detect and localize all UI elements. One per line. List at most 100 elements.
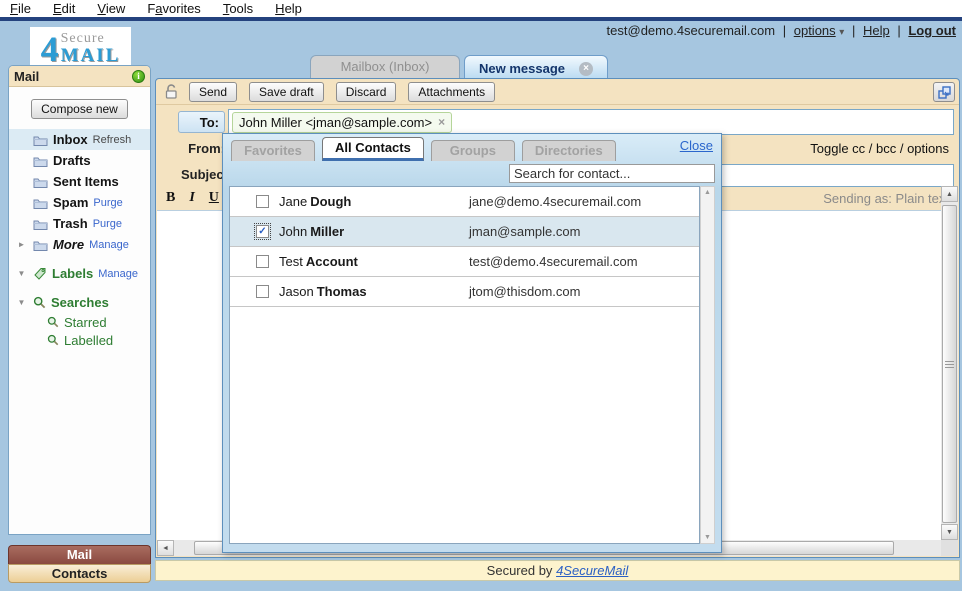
folder-icon [33, 134, 48, 146]
toggle-cc-bcc-link[interactable]: Toggle cc / bcc / options [810, 141, 949, 156]
tab-strip: Mailbox (Inbox) New message × [310, 55, 608, 78]
sidebar-item-drafts[interactable]: Drafts [9, 150, 150, 171]
tab-mailbox-inbox[interactable]: Mailbox (Inbox) [310, 55, 460, 78]
chip-remove-icon[interactable]: × [438, 115, 445, 129]
search-icon [47, 316, 59, 328]
sidebar-header: Mail i [9, 66, 150, 87]
search-icon [47, 334, 59, 346]
recipient-chip: John Miller <jman@sample.com> × [232, 112, 452, 133]
contact-list: JaneDough jane@demo.4securemail.com ✓ Jo… [229, 186, 700, 544]
sidebar-item-inbox[interactable]: Inbox Refresh [9, 129, 150, 150]
logout-link[interactable]: Log out [908, 23, 956, 38]
expanded-arrow-icon[interactable]: ▼ [15, 269, 28, 278]
nav-mail-button[interactable]: Mail [8, 545, 151, 564]
from-label: From: [181, 141, 225, 156]
options-link[interactable]: options [794, 23, 836, 38]
contact-list-scrollbar[interactable]: ▲ ▼ [700, 186, 715, 544]
contact-search-input[interactable] [509, 164, 715, 183]
compose-new-button[interactable]: Compose new [31, 99, 128, 119]
help-link[interactable]: Help [863, 23, 890, 38]
bold-button[interactable]: B [166, 190, 175, 206]
secured-footer: Secured by 4SecureMail [155, 560, 960, 581]
menu-view[interactable]: View [97, 1, 125, 16]
sidebar-item-trash[interactable]: Trash Purge [9, 213, 150, 234]
spam-purge-link[interactable]: Purge [93, 197, 122, 209]
menu-file[interactable]: File [10, 1, 31, 16]
search-icon [33, 296, 46, 309]
contact-picker-tabs: Favorites All Contacts Groups Directorie… [231, 138, 713, 161]
unlocked-icon [164, 83, 181, 100]
sending-as-text: Sending as: Plain text [823, 191, 949, 206]
popout-window-button[interactable] [933, 82, 955, 102]
sidebar-item-labels[interactable]: ▼ Labels Manage [9, 263, 150, 284]
vertical-scrollbar[interactable]: ▲ ▼ [941, 186, 958, 540]
folder-icon [33, 197, 48, 209]
menu-help[interactable]: Help [275, 1, 302, 16]
contact-row-john-miller[interactable]: ✓ JohnMiller jman@sample.com [230, 217, 699, 247]
sidebar: Mail i Compose new Inbox Refresh Drafts … [8, 65, 151, 535]
nav-contacts-button[interactable]: Contacts [8, 564, 151, 583]
sidebar-item-spam[interactable]: Spam Purge [9, 192, 150, 213]
trash-purge-link[interactable]: Purge [93, 218, 122, 230]
account-bar: test@demo.4securemail.com | options ▾ | … [607, 23, 956, 38]
folder-icon [33, 239, 48, 251]
scroll-down-icon[interactable]: ▼ [701, 534, 714, 541]
checkbox-unchecked[interactable] [256, 285, 269, 298]
browser-menu-bar: File Edit View Favorites Tools Help [0, 0, 962, 21]
account-email: test@demo.4securemail.com [607, 23, 776, 38]
close-picker-link[interactable]: Close [680, 138, 713, 153]
sidebar-item-sent-items[interactable]: Sent Items [9, 171, 150, 192]
contact-row-jason-thomas[interactable]: JasonThomas jtom@thisdom.com [230, 277, 699, 307]
contact-picker-overlay: Favorites All Contacts Groups Directorie… [222, 133, 722, 553]
folder-icon [33, 218, 48, 230]
popout-icon [938, 86, 951, 99]
tab-directories[interactable]: Directories [522, 140, 616, 161]
contact-row-jane-dough[interactable]: JaneDough jane@demo.4securemail.com [230, 187, 699, 217]
scroll-left-icon[interactable]: ◄ [157, 540, 174, 556]
checkbox-checked[interactable]: ✓ [256, 225, 269, 238]
vscroll-thumb[interactable] [942, 205, 957, 523]
italic-button[interactable]: I [189, 190, 194, 206]
scroll-down-icon[interactable]: ▼ [941, 524, 958, 540]
subject-label: Subject: [181, 167, 225, 182]
underline-button[interactable]: U [209, 190, 219, 206]
close-icon[interactable]: × [579, 62, 593, 76]
save-draft-button[interactable]: Save draft [249, 82, 324, 102]
sidebar-item-more[interactable]: ► More Manage [9, 234, 150, 255]
tab-groups[interactable]: Groups [431, 140, 515, 161]
app-logo: 4 Secure MAIL [30, 27, 131, 70]
checkbox-unchecked[interactable] [256, 195, 269, 208]
tab-favorites[interactable]: Favorites [231, 140, 315, 161]
menu-tools[interactable]: Tools [223, 1, 253, 16]
sidebar-item-searches[interactable]: ▼ Searches [9, 292, 150, 313]
chevron-down-icon[interactable]: ▾ [839, 27, 844, 38]
brand-link[interactable]: 4SecureMail [556, 563, 628, 578]
folder-icon [33, 176, 48, 188]
sidebar-item-starred[interactable]: Starred [9, 313, 150, 331]
menu-edit[interactable]: Edit [53, 1, 75, 16]
scroll-up-icon[interactable]: ▲ [941, 186, 958, 202]
compose-toolbar: Send Save draft Discard Attachments [156, 79, 959, 105]
expanded-arrow-icon[interactable]: ▼ [15, 298, 28, 307]
checkbox-unchecked[interactable] [256, 255, 269, 268]
inbox-refresh-link[interactable]: Refresh [93, 134, 132, 146]
folder-icon [33, 155, 48, 167]
scroll-up-icon[interactable]: ▲ [701, 189, 714, 196]
contact-row-test-account[interactable]: TestAccount test@demo.4securemail.com [230, 247, 699, 277]
tag-icon [33, 267, 47, 280]
menu-favorites[interactable]: Favorites [147, 1, 200, 16]
tab-new-message[interactable]: New message × [464, 55, 608, 78]
sidebar-title: Mail [14, 69, 39, 84]
discard-button[interactable]: Discard [336, 82, 397, 102]
info-icon[interactable]: i [132, 70, 145, 83]
sidebar-item-labelled[interactable]: Labelled [9, 331, 150, 349]
format-toolbar: B I U [166, 190, 219, 206]
labels-manage-link[interactable]: Manage [98, 268, 138, 280]
to-field-button[interactable]: To: [178, 111, 225, 133]
to-input[interactable]: John Miller <jman@sample.com> × [228, 109, 954, 135]
more-manage-link[interactable]: Manage [89, 239, 129, 251]
send-button[interactable]: Send [189, 82, 237, 102]
collapsed-arrow-icon[interactable]: ► [15, 240, 28, 249]
tab-all-contacts[interactable]: All Contacts [322, 137, 424, 161]
attachments-button[interactable]: Attachments [408, 82, 495, 102]
